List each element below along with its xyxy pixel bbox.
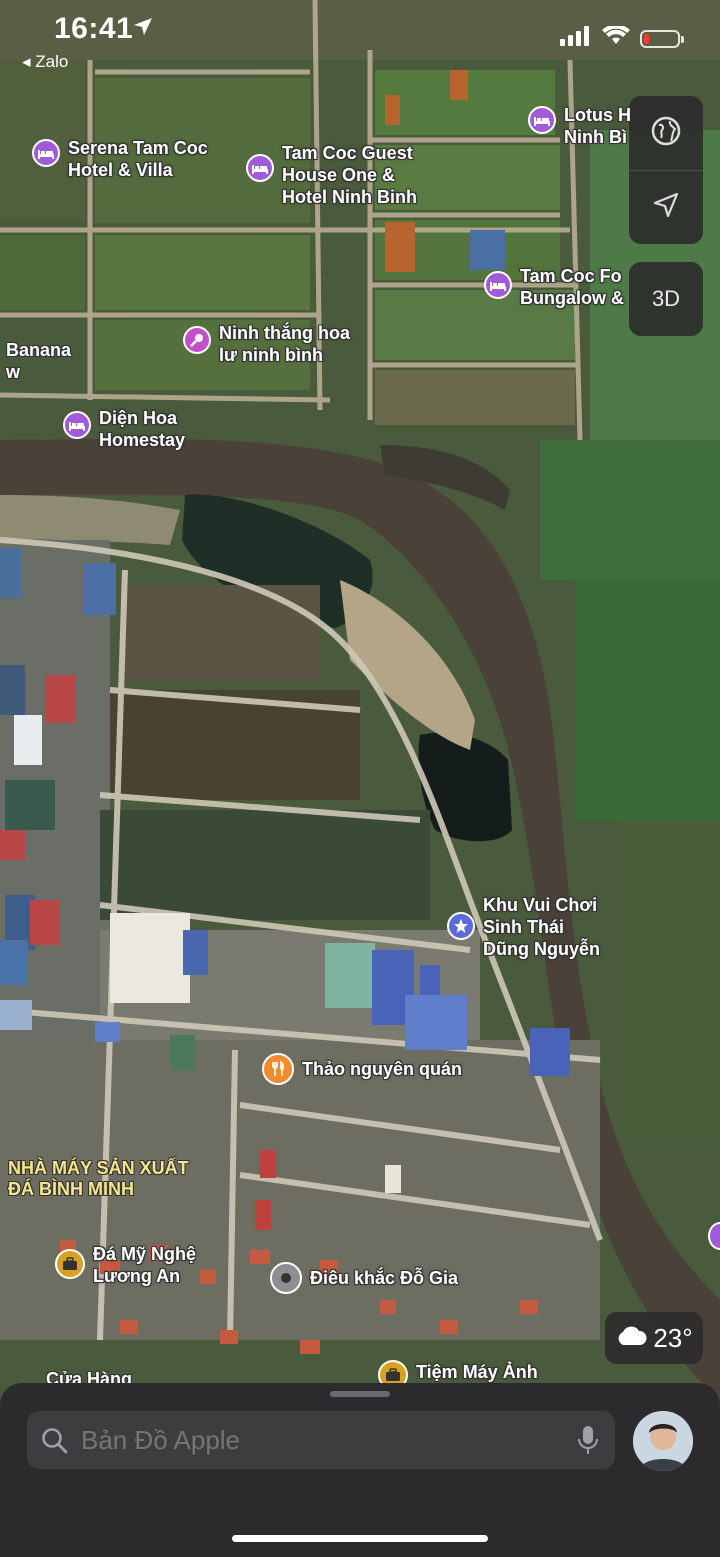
globe-icon [651, 116, 681, 151]
building [0, 1000, 32, 1030]
building [0, 830, 25, 860]
bed-icon [484, 271, 512, 299]
battery-low-icon [640, 29, 684, 48]
wifi-icon [602, 24, 630, 51]
map-controls [629, 96, 703, 244]
temperature: 23° [653, 1322, 693, 1353]
building [0, 665, 25, 715]
building [45, 675, 75, 723]
back-to-app[interactable]: ◂ Zalo [22, 52, 68, 72]
building [30, 900, 60, 945]
field [575, 580, 720, 820]
microphone-icon[interactable] [577, 1425, 599, 1460]
poi-serena[interactable]: Serena Tam Coc Hotel & Villa [32, 137, 208, 181]
home-indicator [232, 1535, 488, 1542]
cloud-icon [615, 1323, 647, 1354]
roof [250, 1250, 270, 1264]
building [5, 780, 55, 830]
field [375, 370, 575, 425]
avatar[interactable] [633, 1411, 693, 1471]
poi-lotus[interactable]: Lotus H Ninh Bì [528, 104, 631, 148]
poi-label: Tam Coc Fo Bungalow & [520, 266, 624, 308]
circle-dot-icon [270, 1262, 302, 1294]
building [14, 715, 42, 765]
building [470, 230, 505, 270]
poi-banana[interactable]: Banana w [6, 339, 71, 383]
map-mode-button[interactable] [629, 96, 703, 170]
location-arrow-icon [132, 16, 154, 43]
star-icon [447, 912, 475, 940]
bed-icon [246, 154, 274, 182]
marsh [120, 585, 320, 680]
poi-dien-hoa[interactable]: Diện Hoa Homestay [63, 407, 185, 451]
building [0, 548, 22, 598]
building [84, 563, 116, 615]
building [385, 222, 415, 272]
bottom-sheet [0, 1383, 720, 1557]
building [530, 1028, 570, 1076]
field [620, 820, 720, 1140]
weather-badge: 23° [605, 1312, 703, 1364]
building [0, 940, 28, 985]
locate-me-button[interactable] [629, 170, 703, 244]
poi-label: Khu Vui Chơi Sinh Thái Dũng Nguyễn [483, 895, 600, 959]
poi-label: Điêu khắc Đỗ Gia [310, 1268, 459, 1288]
poi-thao-nguyen[interactable]: Thảo nguyên quán [262, 1053, 462, 1085]
poi-dieu-khac[interactable]: Điêu khắc Đỗ Gia [270, 1262, 458, 1294]
roof [200, 1270, 216, 1284]
roof [300, 1340, 320, 1354]
building [420, 965, 440, 995]
poi-label: Ninh thắng hoa lư ninh bình [219, 323, 350, 365]
search-icon [41, 1427, 69, 1460]
bed-icon [528, 106, 556, 134]
poi-label: Diện Hoa Homestay [99, 408, 186, 450]
briefcase-icon [55, 1249, 85, 1279]
sheet-grabber[interactable] [330, 1391, 390, 1397]
3d-toggle-button[interactable]: 3D [629, 262, 703, 336]
building [260, 1150, 276, 1178]
search-input[interactable] [81, 1425, 561, 1456]
fork-knife-icon [262, 1053, 294, 1085]
poi-da-my-nghe[interactable]: Đá Mỹ Nghệ Lương An [55, 1243, 196, 1287]
building [170, 1035, 195, 1070]
building [255, 1200, 271, 1230]
field [0, 235, 85, 310]
poi-label: Đá Mỹ Nghệ Lương An [93, 1244, 197, 1286]
marsh [100, 810, 430, 920]
building [385, 1165, 401, 1193]
microphone-icon [183, 326, 211, 354]
building [110, 913, 190, 1003]
bed-icon [32, 139, 60, 167]
poi-tamcoc-fo[interactable]: Tam Coc Fo Bungalow & [484, 265, 624, 309]
roof [220, 1330, 238, 1344]
building [183, 930, 208, 975]
poi-label: Lotus H Ninh Bì [564, 105, 631, 147]
status-bar: 16:41 ◂ Zalo [0, 0, 720, 80]
building [405, 995, 467, 1050]
field [540, 440, 720, 580]
building [325, 943, 375, 1008]
poi-label: Thảo nguyên quán [302, 1059, 462, 1079]
poi-label: Tam Coc Guest House One & Hotel Ninh Binh [282, 143, 417, 207]
poi-label: Serena Tam Coc Hotel & Villa [68, 138, 208, 180]
poi-ninh-thang[interactable]: Ninh thắng hoa lư ninh bình [183, 322, 350, 366]
poi-tamcoc-guest[interactable]: Tam Coc Guest House One & Hotel Ninh Binh [246, 142, 417, 208]
roof [520, 1300, 538, 1314]
field [95, 235, 310, 310]
bed-icon [63, 411, 91, 439]
poi-label: Tiệm Máy Ảnh [416, 1362, 538, 1382]
area-nha-may[interactable]: NHÀ MÁY SẢN XUẤT ĐÁ BÌNH MINH [8, 1158, 189, 1200]
search-bar[interactable] [27, 1411, 615, 1469]
status-icons [560, 24, 684, 51]
building [95, 1022, 120, 1042]
roof [380, 1300, 396, 1314]
roof [120, 1320, 138, 1334]
building [385, 95, 400, 125]
location-arrow-icon [652, 191, 680, 224]
signal-icon [560, 26, 592, 51]
poi-khu-vui-choi[interactable]: Khu Vui Chơi Sinh Thái Dũng Nguyễn [447, 894, 600, 960]
roof [440, 1320, 458, 1334]
clock: 16:41 [54, 12, 134, 45]
